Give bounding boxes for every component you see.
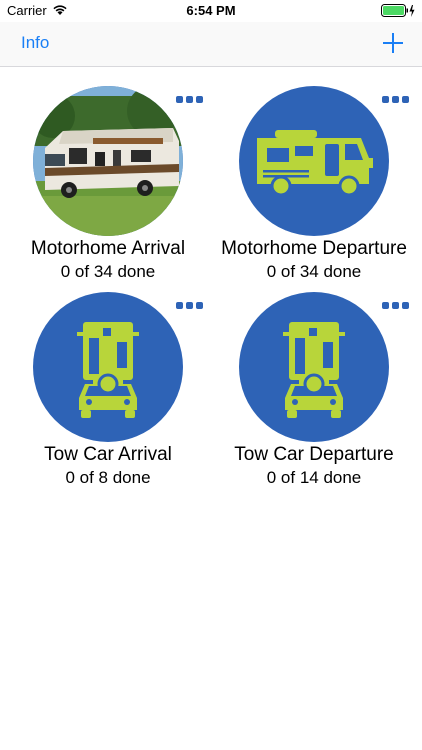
checklist-progress: 0 of 14 done [266,468,362,487]
checklist-card-motorhome-arrival[interactable]: Motorhome Arrival 0 of 34 done [5,86,211,286]
navigation-bar: Info [0,22,422,67]
add-icon[interactable] [382,32,404,54]
motorhome-icon-thumb [239,86,389,236]
checklist-progress: 0 of 34 done [60,262,156,281]
checklist-progress: 0 of 34 done [266,262,362,281]
checklist-card-motorhome-departure[interactable]: Motorhome Departure 0 of 34 done [211,86,417,286]
motorhome-icon [257,130,373,197]
checklist-card-tow-car-arrival[interactable]: Tow Car Arrival 0 of 8 done [5,292,211,492]
motorhome-photo [33,86,183,236]
checklist-progress: 0 of 8 done [65,468,151,487]
clock: 6:54 PM [186,3,236,18]
checklist-card-tow-car-departure[interactable]: Tow Car Departure 0 of 14 done [211,292,417,492]
tow-car-icon-thumb [33,292,183,442]
tow-car-icon [77,322,139,418]
tow-car-icon [283,322,345,418]
info-button[interactable]: Info [21,33,49,53]
status-bar: Carrier 6:54 PM [0,0,422,22]
tow-car-icon-thumb [239,292,389,442]
checklist-title: Tow Car Arrival [44,444,172,465]
checklist-title: Tow Car Departure [234,444,394,465]
more-options-button[interactable] [176,296,206,309]
checklist-title: Motorhome Arrival [30,238,186,259]
battery-icon [381,4,415,17]
more-options-button[interactable] [382,90,412,103]
more-options-button[interactable] [176,90,206,103]
checklist-title: Motorhome Departure [221,238,407,259]
more-options-button[interactable] [382,296,412,309]
